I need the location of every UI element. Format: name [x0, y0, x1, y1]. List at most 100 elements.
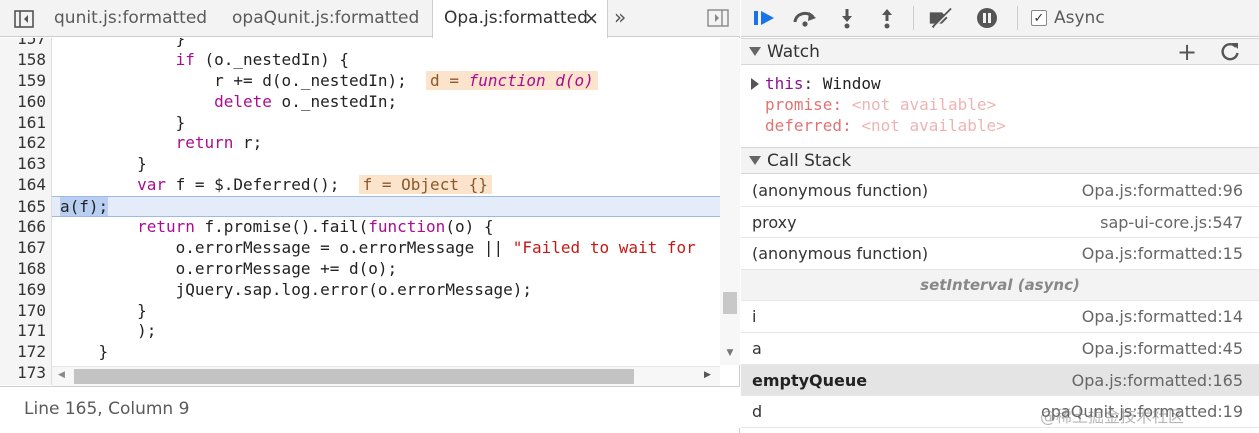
tab-opa-js[interactable]: Opa.js:formatted × — [432, 0, 608, 38]
callstack-list: (anonymous function) Opa.js:formatted:96 p… — [741, 175, 1259, 433]
code-line[interactable]: 169 jQuery.sap.log.error(o.errorMessage)… — [0, 280, 720, 301]
watch-expression[interactable]: promise: <not available> — [765, 94, 996, 115]
scroll-right-arrow-icon[interactable]: ▶ — [704, 370, 711, 380]
tab-opaqunit-js[interactable]: opaQunit.js:formatted — [232, 0, 419, 37]
frame-location-link[interactable]: sap-ui-core.js:547 — [1100, 213, 1243, 232]
code-line[interactable]: 160 delete o._nestedIn; — [0, 92, 720, 113]
callstack-title: Call Stack — [767, 151, 852, 171]
line-number[interactable]: 171 — [0, 321, 46, 342]
collapse-arrow-icon[interactable] — [749, 47, 761, 56]
callstack-section-header[interactable]: Call Stack — [741, 147, 1259, 174]
toolbar-separator — [913, 6, 914, 30]
horizontal-scrollbar-thumb[interactable] — [74, 369, 634, 384]
line-number[interactable]: 168 — [0, 259, 46, 280]
vertical-scrollbar[interactable] — [720, 38, 740, 365]
watermark-text: @稀土掘金技术社区 — [1040, 407, 1185, 426]
code-text: return f.promise().fail(function(o) { — [137, 217, 494, 237]
code-text: var f = $.Deferred(); f = Object {} — [60, 175, 492, 196]
code-text: return r; — [175, 133, 263, 153]
code-text: } — [60, 342, 109, 362]
watch-expression[interactable]: this: Window — [765, 73, 881, 94]
line-number[interactable]: 157 — [0, 38, 46, 50]
line-number[interactable]: 163 — [0, 154, 46, 175]
code-line[interactable]: 171 ); — [0, 321, 720, 342]
code-line[interactable]: 158 if (o._nestedIn) { — [0, 50, 720, 71]
line-number[interactable]: 165 — [0, 197, 46, 218]
pause-on-exceptions-icon[interactable] — [973, 5, 1001, 31]
call-frame[interactable]: proxy sap-ui-core.js:547 — [741, 207, 1259, 239]
toggle-debugger-sidebar-icon[interactable] — [705, 7, 731, 29]
async-label: Async — [1054, 8, 1105, 28]
code-line[interactable]: 167 o.errorMessage = o.errorMessage || "… — [0, 238, 720, 259]
code-text: a(f); — [60, 197, 109, 217]
code-line-active[interactable]: 165 a(f); — [17, 196, 720, 218]
code-line[interactable]: 161 } — [0, 113, 720, 134]
line-number[interactable]: 173 — [0, 363, 46, 384]
call-frame-selected[interactable]: emptyQueue Opa.js:formatted:165 — [741, 364, 1259, 397]
expand-arrow-icon[interactable] — [751, 78, 759, 90]
call-frame[interactable]: (anonymous function) Opa.js:formatted:96 — [741, 175, 1259, 207]
refresh-icon[interactable] — [1219, 41, 1241, 63]
toggle-navigator-icon[interactable] — [10, 7, 38, 31]
code-text: delete o._nestedIn; — [214, 91, 398, 111]
tab-qunit-js[interactable]: qunit.js:formatted — [54, 0, 207, 37]
code-line[interactable]: 159 r += d(o._nestedIn); d = function d(… — [0, 70, 720, 92]
deactivate-breakpoints-icon[interactable] — [927, 5, 955, 31]
call-frame[interactable]: (anonymous function) Opa.js:formatted:15 — [741, 238, 1259, 270]
tab-overflow-button[interactable]: » — [614, 0, 626, 37]
vertical-scrollbar-thumb[interactable] — [723, 292, 737, 314]
code-line[interactable]: 162 return r; — [0, 133, 720, 154]
step-over-icon[interactable] — [791, 5, 819, 31]
code-line[interactable]: 168 o.errorMessage += d(o); — [0, 259, 720, 280]
code-line[interactable]: 170 } — [0, 301, 720, 322]
code-editor[interactable]: 157 } 158 if (o._nestedIn) {159 r += d(o.… — [0, 38, 740, 385]
debugger-sidebar: ✓ Async Watch + this: Window promise: <no… — [741, 0, 1259, 433]
line-number[interactable]: 166 — [0, 217, 46, 238]
resume-icon[interactable] — [751, 5, 779, 31]
cursor-position: Line 165, Column 9 — [24, 399, 190, 419]
code-line[interactable]: 163 } — [0, 154, 720, 175]
watch-value: Window — [822, 74, 881, 93]
line-number[interactable]: 167 — [0, 238, 46, 259]
frame-location-link[interactable]: Opa.js:formatted:96 — [1082, 181, 1243, 200]
line-number[interactable]: 161 — [0, 113, 46, 134]
collapse-arrow-icon[interactable] — [749, 156, 761, 165]
frame-location-link[interactable]: Opa.js:formatted:45 — [1082, 339, 1243, 358]
frame-location-link[interactable]: Opa.js:formatted:165 — [1072, 371, 1243, 390]
line-number[interactable]: 172 — [0, 342, 46, 363]
code-line[interactable]: 172 } — [0, 342, 720, 363]
frame-function-name: d — [752, 402, 763, 422]
line-number[interactable]: 158 — [0, 50, 46, 71]
line-number[interactable]: 170 — [0, 301, 46, 322]
watch-item[interactable]: deferred: <not available> — [741, 115, 1259, 136]
call-frame[interactable]: i Opa.js:formatted:14 — [741, 301, 1259, 333]
async-toggle[interactable]: ✓ Async — [1031, 7, 1105, 29]
line-number[interactable]: 162 — [0, 133, 46, 154]
call-frame[interactable]: a Opa.js:formatted:45 — [741, 333, 1259, 365]
watch-item[interactable]: this: Window — [741, 73, 1259, 94]
step-out-icon[interactable] — [873, 5, 901, 31]
code-line[interactable]: 166 return f.promise().fail(function(o) … — [0, 217, 720, 238]
scroll-down-arrow-icon[interactable]: ▼ — [723, 348, 737, 358]
add-watch-icon[interactable]: + — [1177, 39, 1197, 65]
watch-section-header[interactable]: Watch + — [741, 38, 1259, 65]
line-number[interactable]: 159 — [0, 71, 46, 92]
line-number[interactable]: 164 — [0, 175, 46, 196]
frame-location-link[interactable]: Opa.js:formatted:15 — [1082, 244, 1243, 263]
line-number[interactable]: 169 — [0, 280, 46, 301]
tab-label: Opa.js:formatted — [444, 8, 588, 28]
async-checkbox[interactable]: ✓ — [1031, 10, 1047, 26]
code-text: } — [60, 38, 186, 48]
watch-name: promise — [765, 95, 833, 114]
code-line[interactable]: 157 } — [0, 38, 720, 50]
scroll-left-arrow-icon[interactable]: ◀ — [58, 370, 65, 380]
watch-separator: : — [842, 116, 862, 135]
code-line[interactable]: 164 var f = $.Deferred(); f = Object {} — [0, 175, 720, 196]
close-icon[interactable]: × — [584, 0, 599, 37]
watch-expression[interactable]: deferred: <not available> — [765, 115, 1006, 136]
frame-location-link[interactable]: Opa.js:formatted:14 — [1082, 307, 1243, 326]
line-number[interactable]: 160 — [0, 92, 46, 113]
frame-function-name: (anonymous function) — [752, 244, 929, 264]
step-into-icon[interactable] — [833, 5, 861, 31]
watch-item[interactable]: promise: <not available> — [741, 94, 1259, 115]
